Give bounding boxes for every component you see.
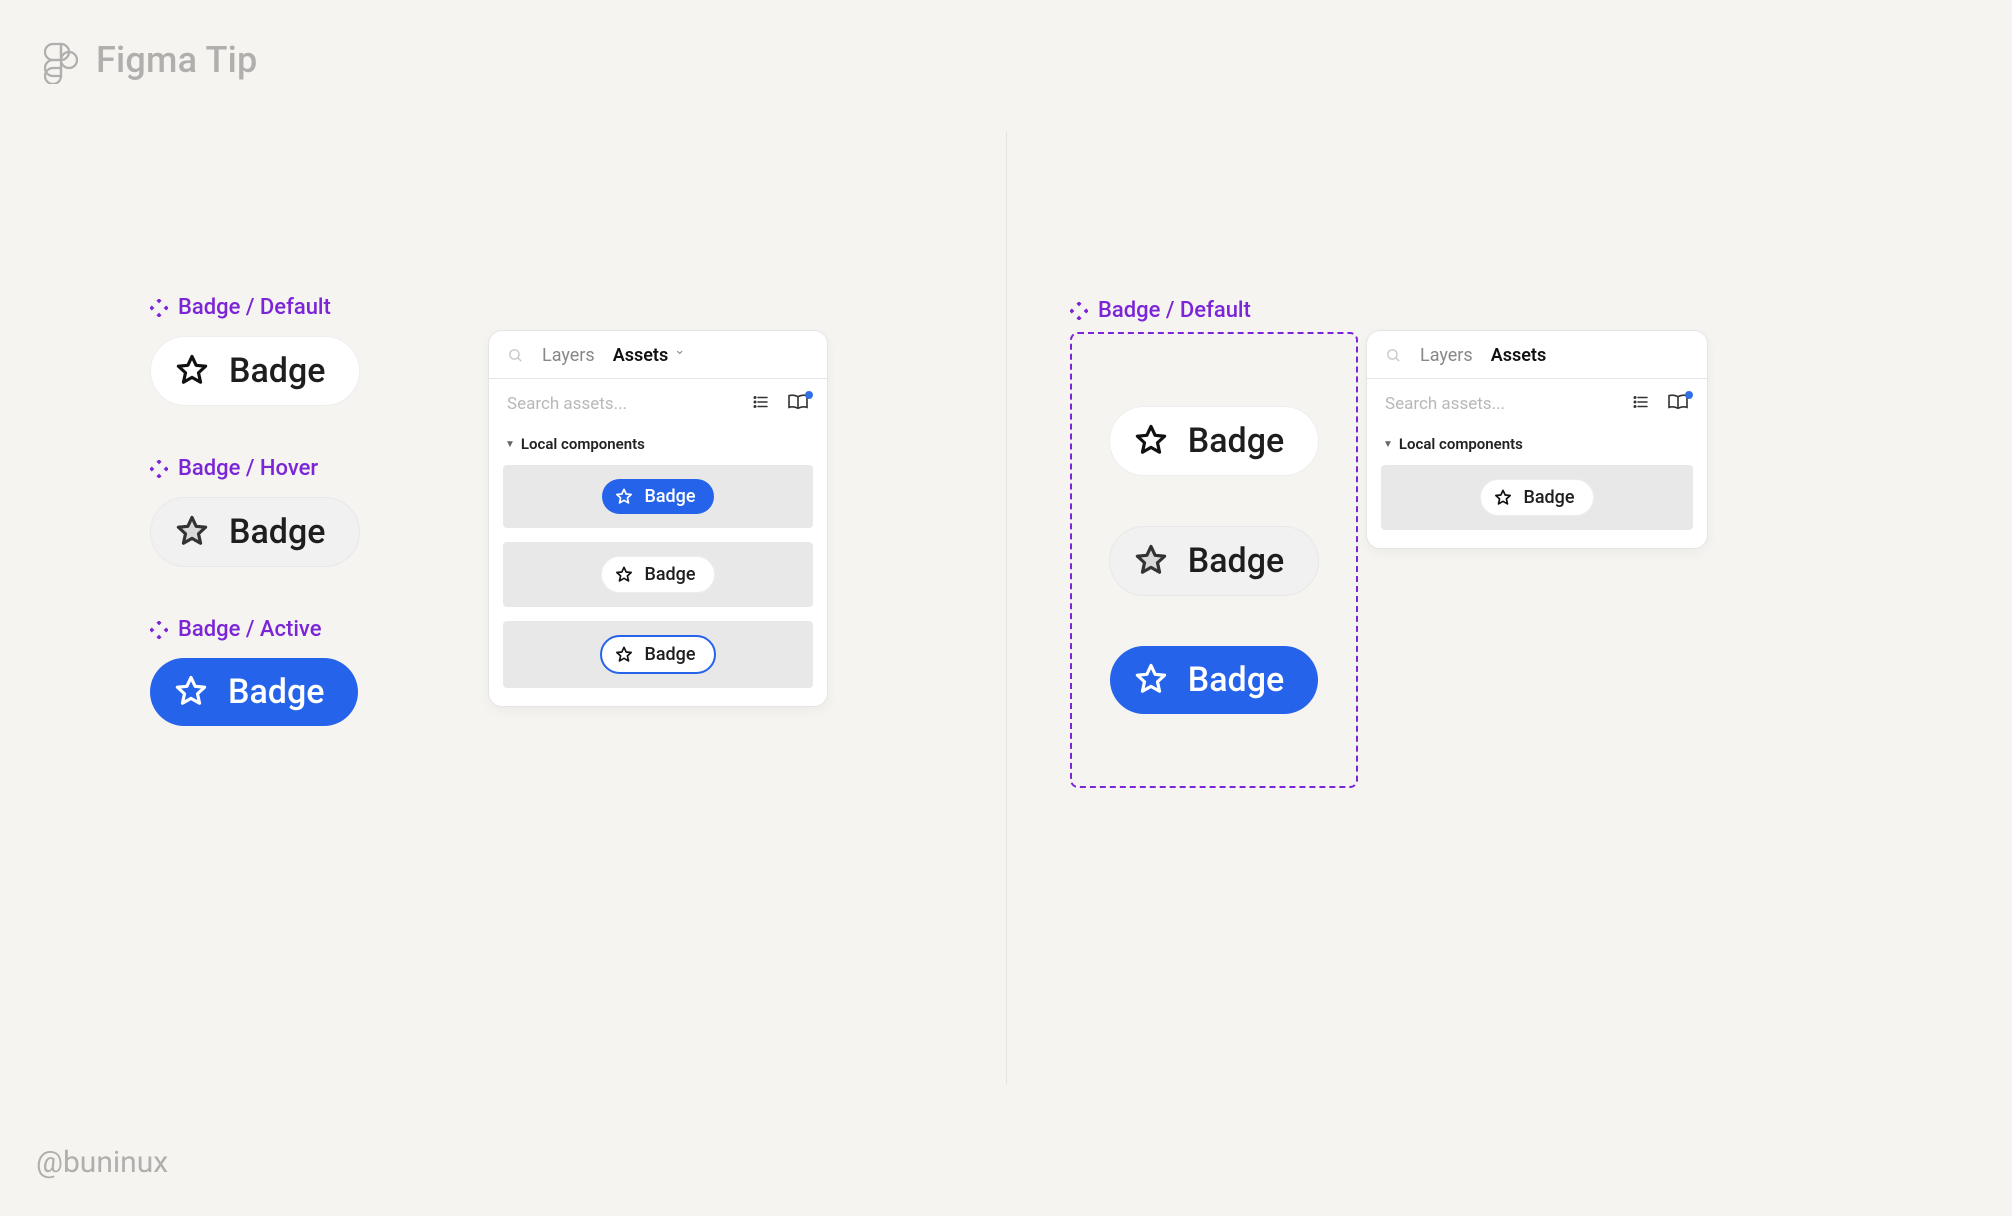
star-icon xyxy=(614,565,634,585)
page-header: Figma Tip xyxy=(0,0,2012,84)
badge-label: Badge xyxy=(644,486,695,507)
search-icon[interactable] xyxy=(1385,347,1402,364)
badge-active[interactable]: Badge xyxy=(1110,646,1318,714)
tab-assets[interactable]: Assets xyxy=(1491,345,1547,366)
collapse-icon: ▼ xyxy=(505,439,515,450)
badge-default[interactable]: Badge xyxy=(1109,406,1319,476)
asset-row[interactable]: Badge xyxy=(503,465,813,528)
badge-default[interactable]: Badge xyxy=(150,336,360,406)
asset-row[interactable]: Badge xyxy=(503,621,813,688)
badge-default[interactable]: Badge xyxy=(1480,479,1593,516)
notification-dot xyxy=(805,391,813,399)
component-icon xyxy=(150,460,168,478)
star-icon xyxy=(614,487,634,507)
panel-search-row: Search assets... xyxy=(489,379,827,429)
star-icon xyxy=(1132,661,1170,699)
star-icon xyxy=(614,645,634,665)
tab-layers[interactable]: Layers xyxy=(542,345,595,366)
asset-row[interactable]: Badge xyxy=(503,542,813,607)
list-view-icon[interactable] xyxy=(1631,393,1651,415)
component-label-default-right: Badge / Default xyxy=(1070,298,1251,323)
tab-layers[interactable]: Layers xyxy=(1420,345,1473,366)
component-icon xyxy=(150,621,168,639)
component-label-hover: Badge / Hover xyxy=(150,456,318,481)
search-input[interactable]: Search assets... xyxy=(1385,394,1505,414)
badge-label: Badge xyxy=(1188,660,1284,700)
badge-hover[interactable]: Badge xyxy=(1109,526,1319,596)
search-input[interactable]: Search assets... xyxy=(507,394,627,414)
badge-label: Badge xyxy=(1188,541,1284,581)
left-column: Badge / Default Badge Badge / Hover xyxy=(0,160,1006,1096)
figma-icon xyxy=(44,36,78,84)
variant-frame[interactable]: Badge Badge Badge xyxy=(1070,332,1358,788)
badge-label: Badge xyxy=(228,672,324,712)
star-icon xyxy=(1132,422,1170,460)
badge-label: Badge xyxy=(229,351,325,391)
panel-tabs: Layers Assets xyxy=(1367,331,1707,379)
badge-label: Badge xyxy=(1188,421,1284,461)
star-icon xyxy=(172,673,210,711)
section-header[interactable]: ▼ Local components xyxy=(1381,429,1693,465)
search-icon[interactable] xyxy=(507,347,524,364)
section-title: Local components xyxy=(521,435,645,453)
assets-panel-left: Layers Assets ⌄ Search assets... xyxy=(488,330,828,707)
star-icon xyxy=(1132,542,1170,580)
assets-panel-right: Layers Assets Search assets... ▼ xyxy=(1366,330,1708,549)
badge-hover[interactable]: Badge xyxy=(150,497,360,567)
component-hover: Badge / Hover Badge xyxy=(150,456,360,567)
component-active: Badge / Active Badge xyxy=(150,617,360,726)
page-title: Figma Tip xyxy=(96,39,257,81)
component-label-default: Badge / Default xyxy=(150,295,331,320)
list-view-icon[interactable] xyxy=(751,393,771,415)
component-default: Badge / Default Badge xyxy=(150,295,360,406)
collapse-icon: ▼ xyxy=(1383,439,1393,450)
library-icon[interactable] xyxy=(1667,393,1689,415)
star-icon xyxy=(1493,488,1513,508)
notification-dot xyxy=(1685,391,1693,399)
badge-outlined[interactable]: Badge xyxy=(600,635,715,674)
panel-search-row: Search assets... xyxy=(1367,379,1707,429)
component-icon xyxy=(150,299,168,317)
chevron-icon[interactable]: ⌄ xyxy=(674,343,685,358)
badge-active[interactable]: Badge xyxy=(150,658,358,726)
component-label-text: Badge / Hover xyxy=(178,456,318,481)
section-header[interactable]: ▼ Local components xyxy=(503,429,813,465)
component-label-active: Badge / Active xyxy=(150,617,321,642)
asset-row[interactable]: Badge xyxy=(1381,465,1693,530)
component-icon xyxy=(1070,302,1088,320)
tab-assets[interactable]: Assets xyxy=(613,345,669,366)
panel-tabs: Layers Assets ⌄ xyxy=(489,331,827,379)
component-label-text: Badge / Default xyxy=(178,295,331,320)
library-icon[interactable] xyxy=(787,393,809,415)
badge-label: Badge xyxy=(229,512,325,552)
badge-label: Badge xyxy=(1523,487,1574,508)
section-title: Local components xyxy=(1399,435,1523,453)
badge-active[interactable]: Badge xyxy=(602,479,713,514)
author-handle: @buninux xyxy=(36,1145,168,1180)
badge-label: Badge xyxy=(644,644,695,665)
badge-label: Badge xyxy=(644,564,695,585)
star-icon xyxy=(173,513,211,551)
component-label-text: Badge / Default xyxy=(1098,298,1251,323)
component-label-text: Badge / Active xyxy=(178,617,321,642)
badge-default[interactable]: Badge xyxy=(601,556,714,593)
right-column: Badge / Default Badge Badge Badge Layers A… xyxy=(1006,160,2012,1096)
star-icon xyxy=(173,352,211,390)
